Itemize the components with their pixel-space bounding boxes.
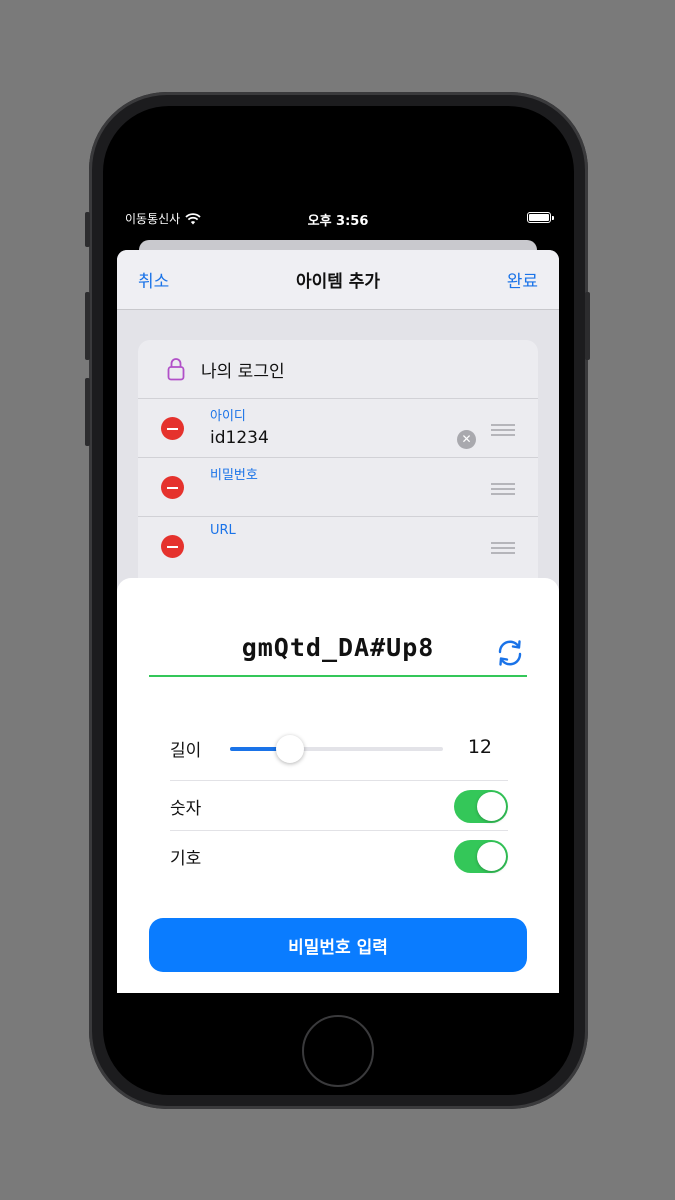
remove-field-icon[interactable] [161,476,184,499]
length-label: 길이 [170,741,202,761]
reorder-handle-icon[interactable] [491,542,515,554]
generated-password[interactable]: gmQtd_DA#Up8 [149,633,527,662]
symbols-toggle[interactable] [454,840,508,873]
mute-switch [85,212,90,247]
numbers-toggle[interactable] [454,790,508,823]
length-slider[interactable] [230,735,443,763]
field-row-username: 아이디 id1234 ✕ [138,398,538,457]
item-header[interactable]: 나의 로그인 [138,340,538,398]
symbols-label: 기호 [170,849,202,869]
home-button[interactable] [302,1015,374,1087]
navigation-bar: 취소 아이템 추가 완료 [117,250,559,310]
numbers-row: 숫자 [170,781,508,831]
remove-field-icon[interactable] [161,417,184,440]
remove-field-icon[interactable] [161,535,184,558]
login-item-card: 나의 로그인 아이디 id1234 ✕ 비밀번호 URL [138,340,538,600]
clear-text-icon[interactable]: ✕ [457,430,476,449]
refresh-icon[interactable] [493,636,527,670]
battery-icon [527,212,554,223]
length-value: 12 [467,736,492,758]
reorder-handle-icon[interactable] [491,424,515,436]
clock: 오후 3:56 [307,214,369,229]
symbols-row: 기호 [170,831,508,881]
username-input[interactable]: id1234 [210,428,269,448]
field-row-url: URL [138,516,538,575]
status-bar: 이동통신사 오후 3:56 [117,198,559,238]
volume-up-button [85,292,90,360]
field-label: 아이디 [210,409,246,424]
volume-down-button [85,378,90,446]
field-row-password: 비밀번호 [138,457,538,516]
password-underline [149,675,527,677]
power-button [585,292,590,360]
length-slider-thumb[interactable] [275,735,304,763]
numbers-label: 숫자 [170,799,202,819]
screen: 이동통신사 오후 3:56 취소 아이템 추가 완료 나의 로그인 아이디 id… [117,198,559,993]
field-label: URL [210,523,236,538]
enter-password-button[interactable]: 비밀번호 입력 [149,918,527,972]
item-name: 나의 로그인 [201,362,285,382]
lock-icon [167,358,185,381]
password-generator-sheet: gmQtd_DA#Up8 길이 12 숫자 기호 비밀번호 입력 [117,578,559,993]
page-title: 아이템 추가 [295,272,381,292]
reorder-handle-icon[interactable] [491,483,515,495]
done-button[interactable]: 완료 [507,267,538,292]
field-label: 비밀번호 [210,468,258,483]
length-row: 길이 12 [170,723,508,773]
